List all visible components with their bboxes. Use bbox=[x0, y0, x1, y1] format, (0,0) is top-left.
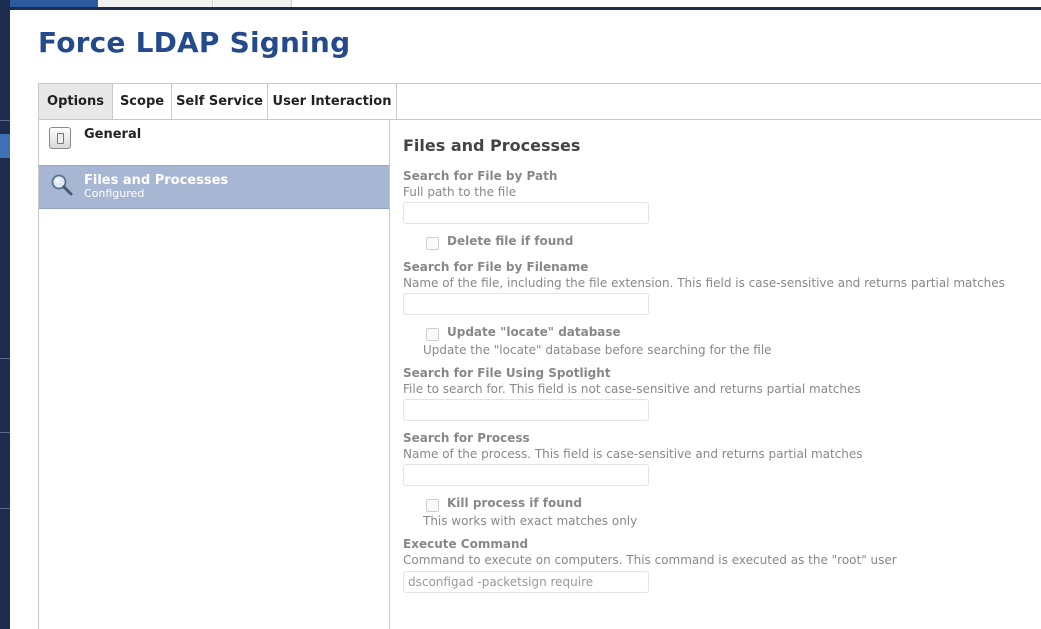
spotlight-label: Search for File Using Spotlight bbox=[403, 366, 611, 380]
filename-help: Name of the file, including the file ext… bbox=[403, 276, 1005, 290]
sidebar-item-label: Files and Processes bbox=[84, 173, 229, 188]
switch-icon bbox=[49, 127, 71, 149]
command-label: Execute Command bbox=[403, 537, 529, 551]
delete-file-label: Delete file if found bbox=[447, 234, 574, 248]
magnifier-icon bbox=[51, 174, 73, 196]
delete-file-checkbox[interactable] bbox=[426, 237, 439, 250]
tab-scope[interactable]: Scope bbox=[113, 84, 172, 120]
kill-process-label: Kill process if found bbox=[447, 496, 582, 510]
payload-sidebar: General Files and Processes Configured bbox=[38, 120, 390, 629]
spotlight-help: File to search for. This field is not ca… bbox=[403, 382, 861, 396]
process-help: Name of the process. This field is case-… bbox=[403, 447, 863, 461]
top-tab[interactable] bbox=[10, 0, 98, 7]
kill-process-checkbox[interactable] bbox=[426, 499, 439, 512]
path-help: Full path to the file bbox=[403, 185, 517, 199]
top-tab[interactable] bbox=[214, 0, 292, 7]
sidebar-item-files-and-processes[interactable]: Files and Processes Configured bbox=[39, 165, 389, 209]
filename-label: Search for File by Filename bbox=[403, 260, 589, 274]
update-locate-label: Update "locate" database bbox=[447, 325, 621, 339]
nav-active-item[interactable] bbox=[0, 134, 10, 158]
policy-page: Force LDAP Signing Options Scope Self Se… bbox=[0, 0, 1041, 629]
kill-process-help: This works with exact matches only bbox=[423, 514, 638, 528]
tab-self-service[interactable]: Self Service bbox=[172, 84, 268, 120]
sidebar-item-general[interactable]: General bbox=[39, 120, 389, 164]
filename-input[interactable] bbox=[403, 293, 649, 315]
sidebar-item-label: General bbox=[84, 127, 142, 142]
path-label: Search for File by Path bbox=[403, 169, 558, 183]
section-title: Files and Processes bbox=[403, 136, 581, 155]
tab-options[interactable]: Options bbox=[39, 84, 113, 120]
tab-user-interaction[interactable]: User Interaction bbox=[268, 84, 397, 120]
spotlight-input[interactable] bbox=[403, 399, 649, 421]
tab-bar: Options Scope Self Service User Interact… bbox=[38, 83, 1041, 120]
top-tab-bar bbox=[10, 0, 1041, 10]
command-input[interactable] bbox=[403, 571, 649, 593]
process-label: Search for Process bbox=[403, 431, 530, 445]
update-locate-help: Update the "locate" database before sear… bbox=[423, 343, 772, 357]
command-help: Command to execute on computers. This co… bbox=[403, 553, 897, 567]
top-tab[interactable] bbox=[99, 0, 213, 7]
update-locate-checkbox[interactable] bbox=[426, 328, 439, 341]
page-title: Force LDAP Signing bbox=[38, 26, 351, 59]
path-input[interactable] bbox=[403, 202, 649, 224]
left-nav-strip bbox=[0, 0, 10, 629]
process-input[interactable] bbox=[403, 464, 649, 486]
sidebar-item-status: Configured bbox=[84, 187, 145, 200]
